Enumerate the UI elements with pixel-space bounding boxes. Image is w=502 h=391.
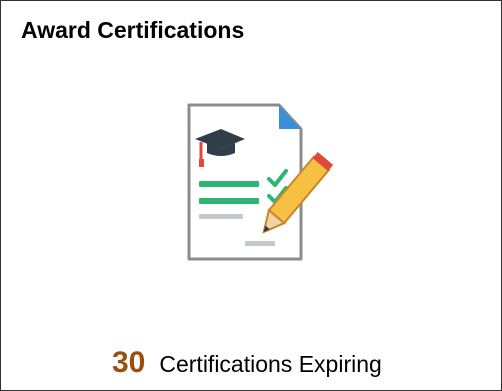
- expiring-certifications-summary[interactable]: 30 Certifications Expiring: [112, 346, 382, 386]
- award-certifications-tile[interactable]: Award Certifications 30 Certifications E…: [0, 0, 502, 391]
- expiring-count: 30: [112, 346, 146, 379]
- tile-title: Award Certifications: [21, 17, 245, 43]
- expiring-count-label: Certifications Expiring: [159, 351, 382, 377]
- certificate-document-pencil-icon: [183, 101, 334, 266]
